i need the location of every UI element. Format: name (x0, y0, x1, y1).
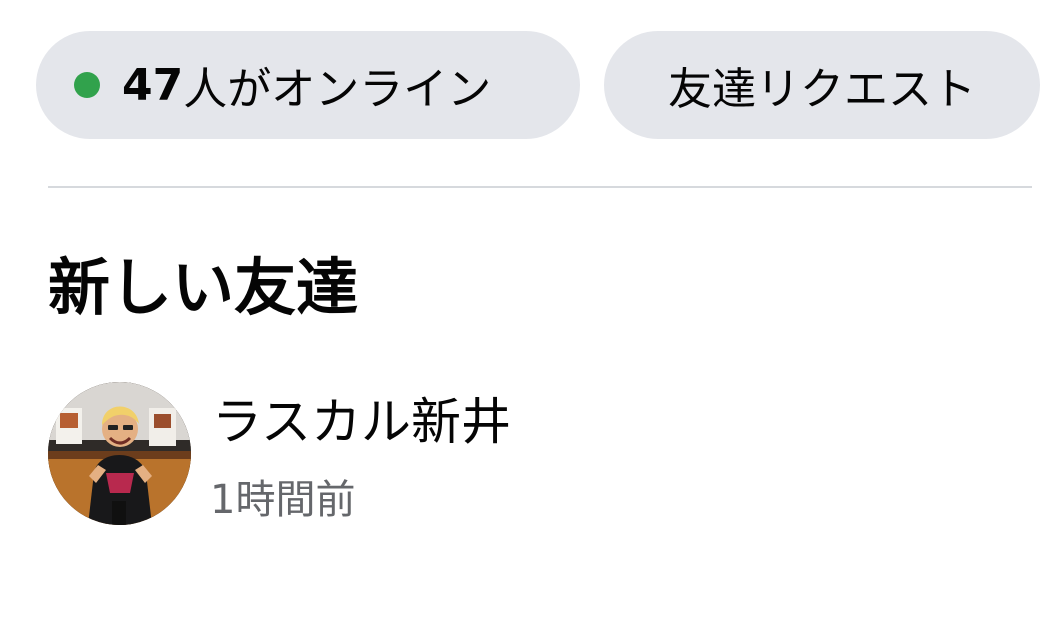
online-friends-chip[interactable]: 47 人がオンライン (36, 31, 580, 139)
online-count: 47 (122, 59, 184, 111)
status-chip-row: 47 人がオンライン 友達リクエスト (36, 31, 1040, 139)
friend-added-time: 1時間前 (210, 477, 356, 523)
section-divider (48, 186, 1032, 188)
friend-name[interactable]: ラスカル新井 (212, 390, 511, 454)
profile-photo-avatar[interactable] (48, 382, 191, 525)
new-friends-title: 新しい友達 (48, 251, 359, 324)
online-status-icon (74, 72, 100, 98)
friend-requests-label: 友達リクエスト (668, 64, 976, 115)
friend-requests-chip[interactable]: 友達リクエスト (604, 31, 1040, 139)
online-label: 人がオンライン (183, 64, 492, 115)
new-friend-item[interactable]: ラスカル新井 1時間前 (48, 380, 988, 528)
